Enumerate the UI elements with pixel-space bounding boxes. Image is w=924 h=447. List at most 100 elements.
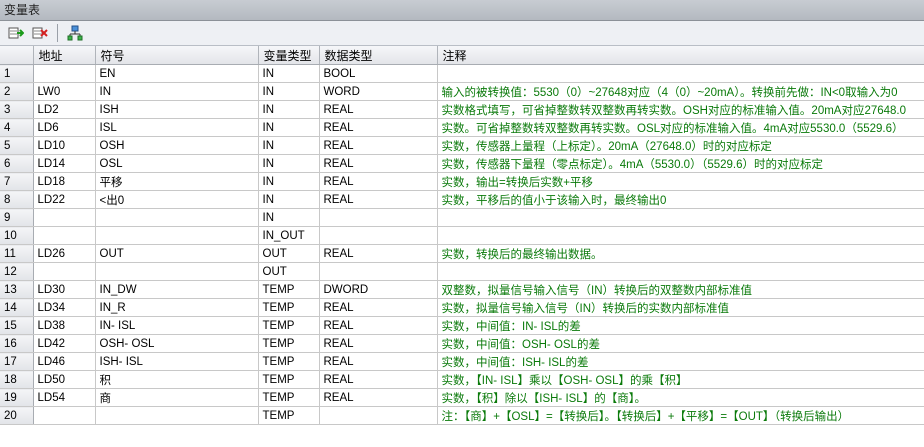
table-row[interactable]: 16 LD42 OSH- OSL TEMP REAL 实数，中间值：OSH- OSL的差: [0, 334, 924, 353]
address-cell[interactable]: LD26: [33, 244, 96, 263]
table-row[interactable]: 18 LD50 积 TEMP REAL 实数，【IN- ISL】乘以【OSH- OSL】的…: [0, 370, 924, 389]
data-type-cell[interactable]: REAL: [319, 118, 438, 137]
table-row[interactable]: 9 IN: [0, 208, 924, 227]
address-cell[interactable]: LD54: [33, 388, 96, 407]
var-type-cell[interactable]: TEMP: [258, 352, 320, 371]
comment-cell[interactable]: [437, 226, 924, 245]
comment-cell[interactable]: 实数，【IN- ISL】乘以【OSH- OSL】的乘【积】: [437, 370, 924, 389]
column-header-symbol[interactable]: 符号: [95, 46, 259, 65]
column-header-comment[interactable]: 注释: [437, 46, 924, 65]
row-number-cell[interactable]: 19: [0, 388, 34, 407]
var-type-cell[interactable]: IN: [258, 64, 320, 83]
table-row[interactable]: 19 LD54 商 TEMP REAL 实数，【积】除以【ISH- ISL】的【商】。: [0, 388, 924, 407]
var-type-cell[interactable]: IN_OUT: [258, 226, 320, 245]
address-cell[interactable]: [33, 64, 96, 83]
address-cell[interactable]: LD14: [33, 154, 96, 173]
comment-cell[interactable]: 注：【商】+【OSL】=【转换后】。【转换后】+【平移】=【OUT】（转换后输出…: [437, 406, 924, 425]
row-number-cell[interactable]: 12: [0, 262, 34, 281]
comment-cell[interactable]: 实数，中间值：ISH- ISL的差: [437, 352, 924, 371]
var-type-cell[interactable]: TEMP: [258, 388, 320, 407]
comment-cell[interactable]: [437, 208, 924, 227]
symbol-cell[interactable]: OSH- OSL: [95, 334, 259, 353]
row-number-cell[interactable]: 10: [0, 226, 34, 245]
symbol-cell[interactable]: OUT: [95, 244, 259, 263]
table-row[interactable]: 1 EN IN BOOL: [0, 64, 924, 83]
comment-cell[interactable]: 输入的被转换值：5530（0）~27648对应（4（0）~20mA）。转换前先做…: [437, 82, 924, 101]
var-type-cell[interactable]: TEMP: [258, 370, 320, 389]
symbol-cell[interactable]: IN: [95, 82, 259, 101]
symbol-cell[interactable]: [95, 208, 259, 227]
symbol-cell[interactable]: OSH: [95, 136, 259, 155]
table-row[interactable]: 14 LD34 IN_R TEMP REAL 实数，拟量信号输入信号（IN）转换后的实数内…: [0, 298, 924, 317]
comment-cell[interactable]: 双整数，拟量信号输入信号（IN）转换后的双整数内部标准值: [437, 280, 924, 299]
address-cell[interactable]: LD30: [33, 280, 96, 299]
row-number-cell[interactable]: 3: [0, 100, 34, 119]
data-type-cell[interactable]: DWORD: [319, 280, 438, 299]
comment-cell[interactable]: 实数，传感器下量程（零点标定）。4mA（5530.0）（5529.6）时的对应标…: [437, 154, 924, 173]
var-type-cell[interactable]: IN: [258, 100, 320, 119]
table-row[interactable]: 3 LD2 ISH IN REAL 实数格式填写，可省掉整数转双整数再转实数。OSH对应的…: [0, 100, 924, 119]
symbol-cell[interactable]: OSL: [95, 154, 259, 173]
table-row[interactable]: 11 LD26 OUT OUT REAL 实数，转换后的最终输出数据。: [0, 244, 924, 263]
address-cell[interactable]: LD2: [33, 100, 96, 119]
symbol-cell[interactable]: [95, 262, 259, 281]
symbol-cell[interactable]: IN- ISL: [95, 316, 259, 335]
symbol-cell[interactable]: [95, 406, 259, 425]
row-number-cell[interactable]: 9: [0, 208, 34, 227]
var-type-cell[interactable]: IN: [258, 154, 320, 173]
delete-row-button[interactable]: [30, 23, 50, 43]
var-type-cell[interactable]: OUT: [258, 262, 320, 281]
var-type-cell[interactable]: TEMP: [258, 316, 320, 335]
table-row[interactable]: 17 LD46 ISH- ISL TEMP REAL 实数，中间值：ISH- ISL的差: [0, 352, 924, 371]
address-cell[interactable]: LD34: [33, 298, 96, 317]
table-row[interactable]: 13 LD30 IN_DW TEMP DWORD 双整数，拟量信号输入信号（IN）转换后的…: [0, 280, 924, 299]
address-cell[interactable]: LD38: [33, 316, 96, 335]
table-row[interactable]: 7 LD18 平移 IN REAL 实数，输出=转换后实数+平移: [0, 172, 924, 191]
row-number-cell[interactable]: 15: [0, 316, 34, 335]
row-number-cell[interactable]: 11: [0, 244, 34, 263]
address-cell[interactable]: LD46: [33, 352, 96, 371]
row-number-cell[interactable]: 18: [0, 370, 34, 389]
table-row[interactable]: 20 TEMP 注：【商】+【OSL】=【转换后】。【转换后】+【平移】=【OUT】…: [0, 406, 924, 425]
column-header-address[interactable]: 地址: [33, 46, 96, 65]
comment-cell[interactable]: [437, 262, 924, 281]
var-type-cell[interactable]: TEMP: [258, 298, 320, 317]
data-type-cell[interactable]: REAL: [319, 316, 438, 335]
var-type-cell[interactable]: IN: [258, 82, 320, 101]
comment-cell[interactable]: 实数，平移后的值小于该输入时，最终输出0: [437, 190, 924, 209]
symbol-cell[interactable]: IN_R: [95, 298, 259, 317]
comment-cell[interactable]: 实数，转换后的最终输出数据。: [437, 244, 924, 263]
symbol-cell[interactable]: 商: [95, 388, 259, 407]
address-cell[interactable]: LD6: [33, 118, 96, 137]
data-type-cell[interactable]: REAL: [319, 334, 438, 353]
var-type-cell[interactable]: IN: [258, 172, 320, 191]
row-number-cell[interactable]: 7: [0, 172, 34, 191]
comment-cell[interactable]: 实数格式填写，可省掉整数转双整数再转实数。OSH对应的标准输入值。20mA对应2…: [437, 100, 924, 119]
address-cell[interactable]: [33, 208, 96, 227]
address-cell[interactable]: [33, 406, 96, 425]
table-row[interactable]: 2 LW0 IN IN WORD 输入的被转换值：5530（0）~27648对应（4（0）…: [0, 82, 924, 101]
row-number-cell[interactable]: 5: [0, 136, 34, 155]
address-cell[interactable]: LD18: [33, 172, 96, 191]
column-header-var-type[interactable]: 变量类型: [258, 46, 320, 65]
column-header-data-type[interactable]: 数据类型: [319, 46, 438, 65]
data-type-cell[interactable]: [319, 406, 438, 425]
row-number-cell[interactable]: 16: [0, 334, 34, 353]
var-type-cell[interactable]: TEMP: [258, 280, 320, 299]
address-cell[interactable]: [33, 226, 96, 245]
row-number-cell[interactable]: 2: [0, 82, 34, 101]
data-type-cell[interactable]: WORD: [319, 82, 438, 101]
data-type-cell[interactable]: REAL: [319, 244, 438, 263]
symbol-cell[interactable]: EN: [95, 64, 259, 83]
table-row[interactable]: 6 LD14 OSL IN REAL 实数，传感器下量程（零点标定）。4mA（5530.0…: [0, 154, 924, 173]
symbol-cell[interactable]: ISH: [95, 100, 259, 119]
address-cell[interactable]: LD42: [33, 334, 96, 353]
comment-cell[interactable]: 实数，输出=转换后实数+平移: [437, 172, 924, 191]
data-type-cell[interactable]: REAL: [319, 154, 438, 173]
row-number-cell[interactable]: 4: [0, 118, 34, 137]
row-number-cell[interactable]: 13: [0, 280, 34, 299]
symbol-cell[interactable]: 积: [95, 370, 259, 389]
address-cell[interactable]: LD22: [33, 190, 96, 209]
data-type-cell[interactable]: REAL: [319, 100, 438, 119]
address-cell[interactable]: LW0: [33, 82, 96, 101]
